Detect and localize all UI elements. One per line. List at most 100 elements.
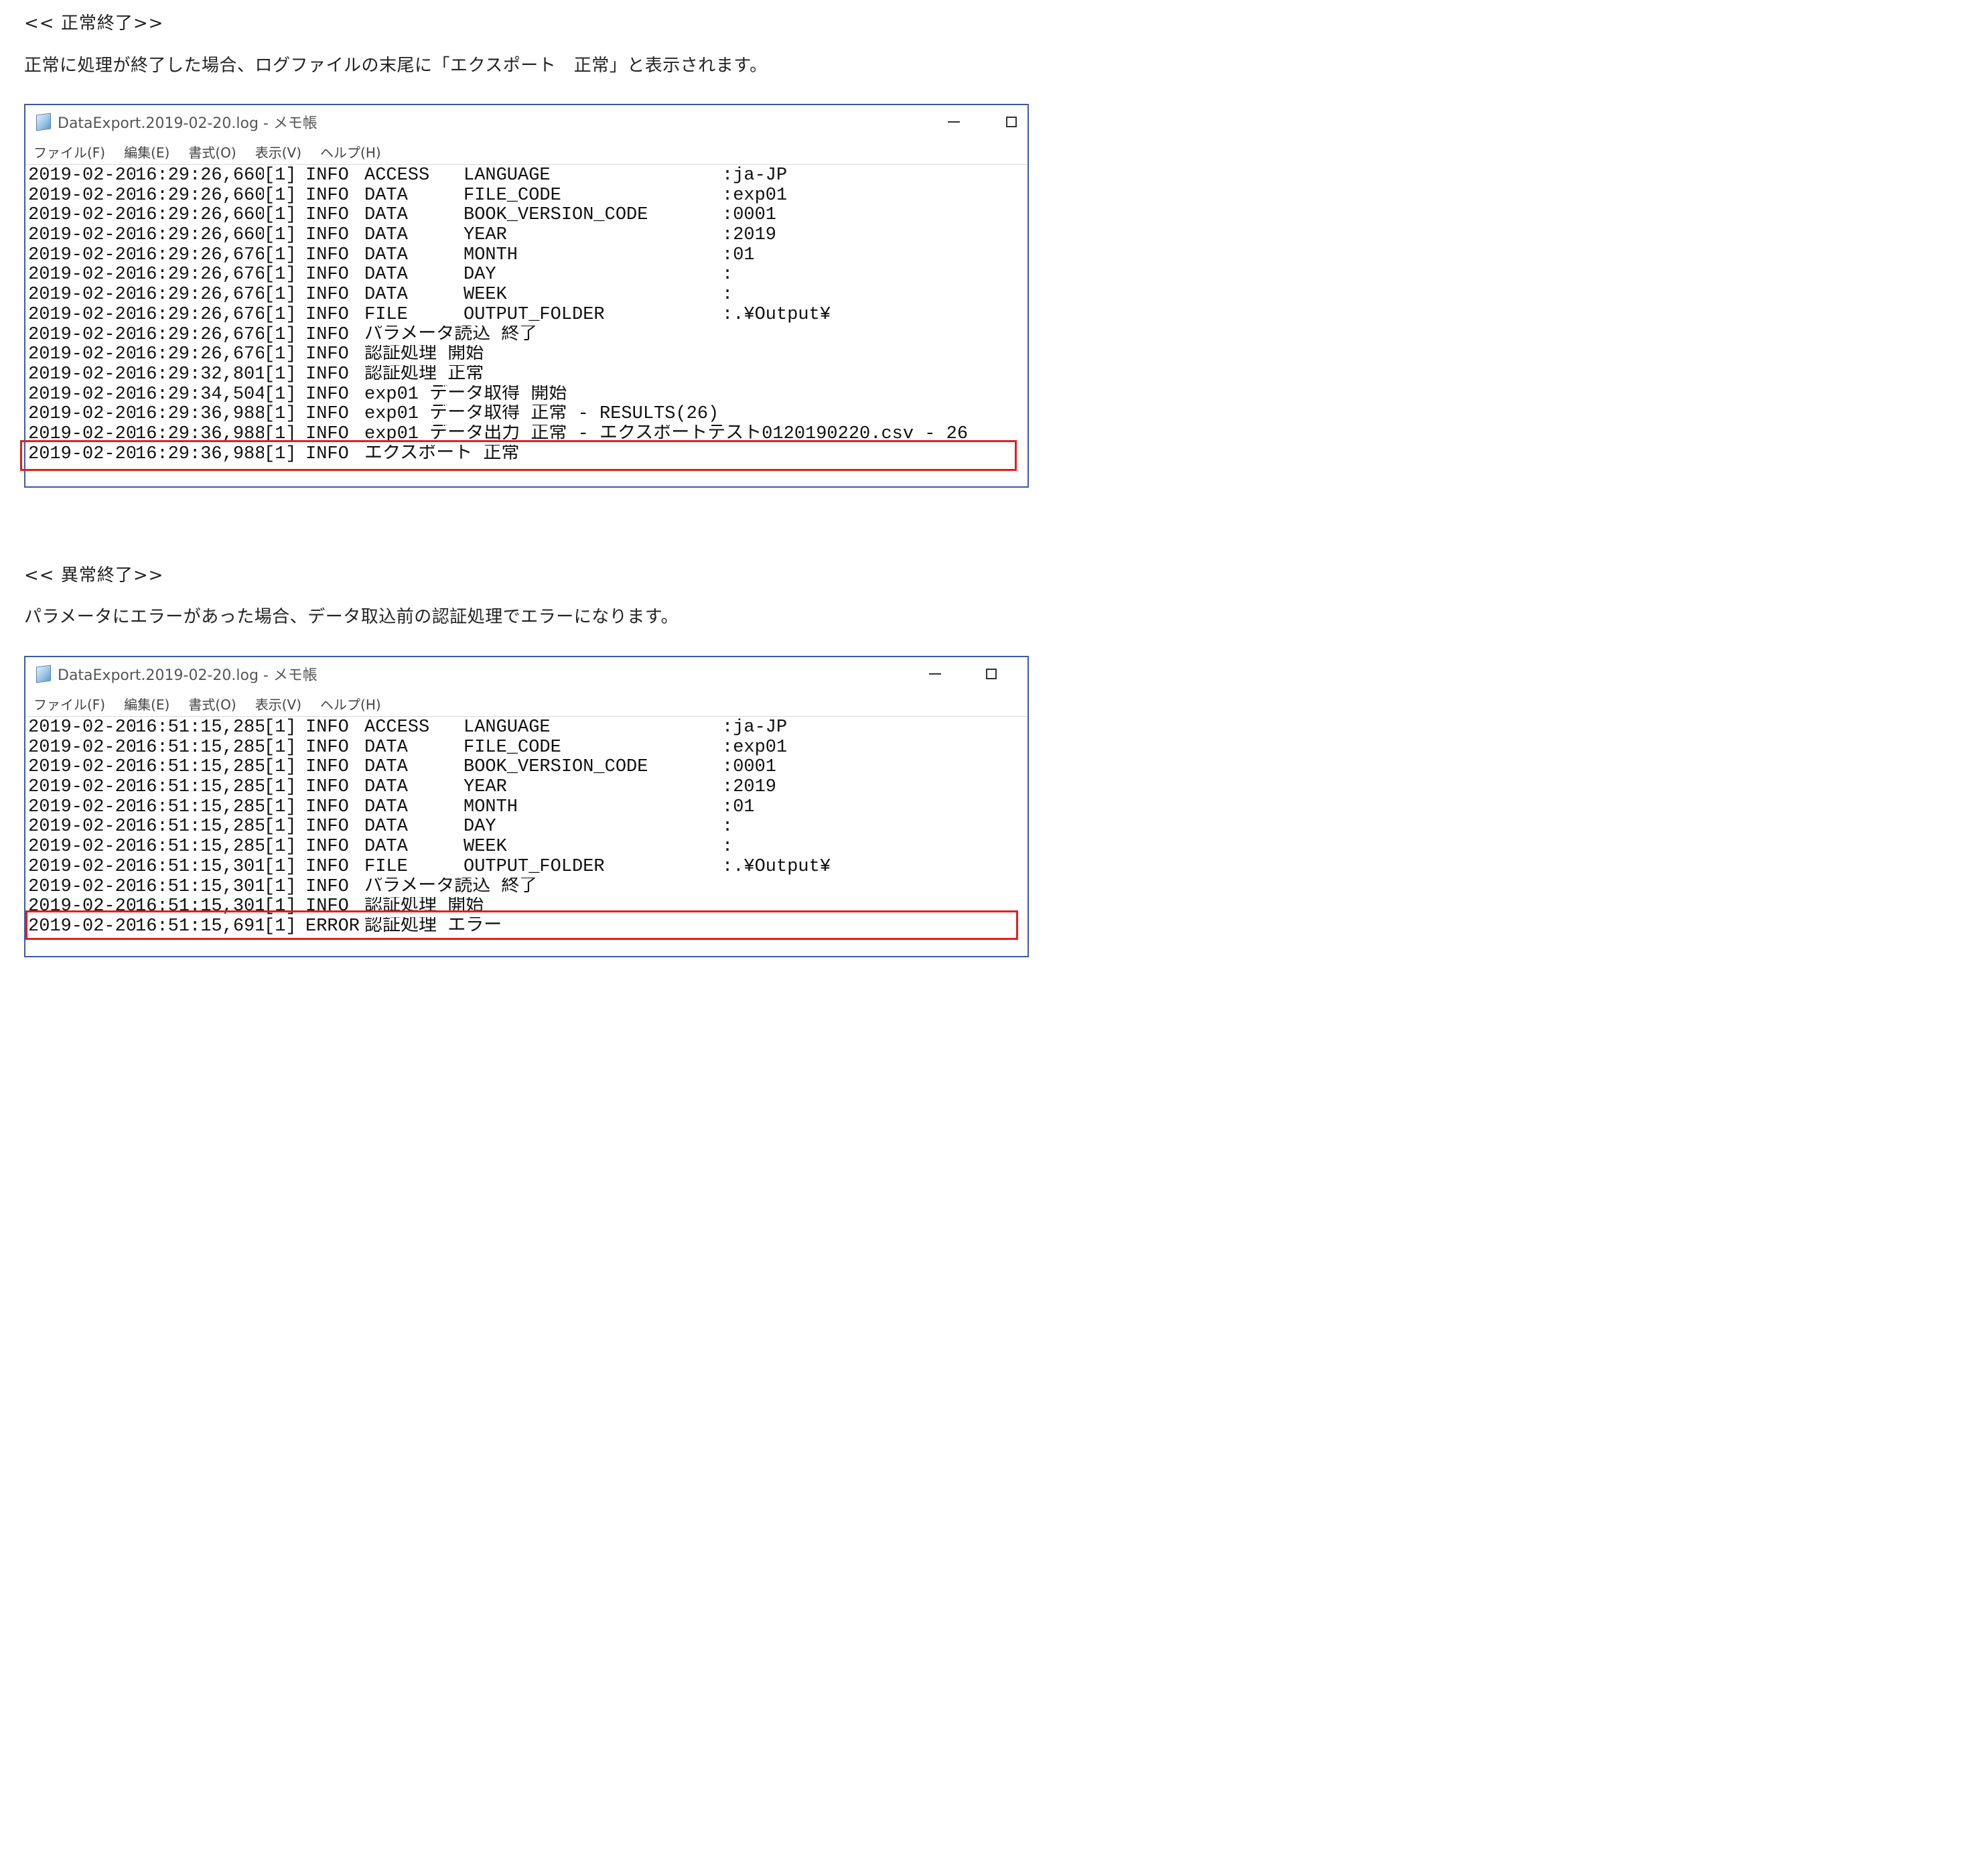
minimize-button[interactable] xyxy=(940,111,967,133)
log-time: 16:51:15,691 xyxy=(135,916,264,937)
log-level: INFO xyxy=(305,817,349,837)
log-category: DATA xyxy=(364,226,408,246)
log-date: 2019-02-20 xyxy=(28,265,135,285)
log-date: 2019-02-20 xyxy=(28,245,135,265)
log-value: : xyxy=(722,837,733,857)
log-date: 2019-02-20 xyxy=(28,385,135,405)
section2-heading: << 異常終了>> xyxy=(24,565,164,586)
log-time: 16:29:26,676 xyxy=(135,345,264,365)
log-key: WEEK xyxy=(464,285,507,305)
log-date: 2019-02-20 xyxy=(28,778,135,798)
log-category: DATA xyxy=(364,186,408,206)
log-value: :exp01 xyxy=(722,738,788,758)
menu-file[interactable]: ファイル(F) xyxy=(33,694,105,713)
maximize-icon xyxy=(986,669,997,679)
log-date: 2019-02-20 xyxy=(28,305,135,325)
log-text-area[interactable]: 2019-02-2016:29:26,660[1] INFO ACCESS LANGU… xyxy=(25,165,1027,464)
log-level: INFO xyxy=(305,226,349,246)
log-date: 2019-02-20 xyxy=(28,226,135,246)
log-line: 2019-02-2016:51:15,285[1] INFO DATA MONTH:0… xyxy=(28,798,1027,818)
log-level: INFO xyxy=(305,364,349,385)
menu-view[interactable]: 表示(V) xyxy=(255,694,301,713)
menu-file[interactable]: ファイル(F) xyxy=(33,142,105,161)
title-bar[interactable]: DataExport.2019-02-20.log - メモ帳 xyxy=(25,105,1027,139)
log-thread: [1] xyxy=(264,285,297,305)
log-thread: [1] xyxy=(264,166,297,186)
log-line: 2019-02-2016:51:15,285[1] INFO DATA DAY: xyxy=(28,817,1027,837)
log-message: 認証処理 開始 xyxy=(364,897,484,917)
log-time: 16:51:15,301 xyxy=(135,857,264,877)
log-thread: [1] xyxy=(264,206,297,226)
section1-description: 正常に処理が終了した場合、ログファイルの末尾に「エクスポート 正常」と表示されま… xyxy=(24,56,768,76)
log-level: INFO xyxy=(305,285,349,305)
log-date: 2019-02-20 xyxy=(28,186,135,206)
log-thread: [1] xyxy=(264,817,297,837)
log-key: OUTPUT_FOLDER xyxy=(464,305,605,325)
log-date: 2019-02-20 xyxy=(28,897,135,917)
log-value: :0001 xyxy=(722,758,777,778)
log-thread: [1] xyxy=(264,837,297,857)
menu-edit[interactable]: 編集(E) xyxy=(124,694,169,713)
log-time: 16:29:26,676 xyxy=(135,265,264,285)
menu-edit[interactable]: 編集(E) xyxy=(124,142,169,161)
log-thread: [1] xyxy=(264,405,297,425)
notepad-window-error: DataExport.2019-02-20.log - メモ帳 ファイル(F) … xyxy=(24,656,1029,957)
log-line: 2019-02-2016:51:15,285[1] INFO DATA BOOK_VE… xyxy=(28,758,1027,778)
menu-format[interactable]: 書式(O) xyxy=(188,142,236,161)
log-key: FILE_CODE xyxy=(464,186,561,206)
log-key: DAY xyxy=(464,265,496,285)
minimize-icon xyxy=(948,121,960,123)
log-date: 2019-02-20 xyxy=(28,424,135,444)
log-value: :.¥Output¥ xyxy=(722,305,831,325)
log-category: DATA xyxy=(364,778,408,798)
log-value: :2019 xyxy=(722,226,777,246)
log-level: INFO xyxy=(305,897,349,917)
maximize-button[interactable] xyxy=(998,111,1025,133)
log-level: INFO xyxy=(305,345,349,365)
log-category: DATA xyxy=(364,738,408,758)
log-time: 16:29:26,660 xyxy=(135,186,264,206)
window-title: DataExport.2019-02-20.log - メモ帳 xyxy=(58,115,317,132)
log-key: BOOK_VERSION_CODE xyxy=(464,206,648,226)
log-category: DATA xyxy=(364,245,408,265)
log-key: MONTH xyxy=(464,245,518,265)
log-thread: [1] xyxy=(264,444,297,464)
menu-view[interactable]: 表示(V) xyxy=(255,142,301,161)
log-line: 2019-02-2016:51:15,285[1] INFO ACCESS LANGU… xyxy=(28,718,1027,738)
log-line: 2019-02-2016:29:26,676[1] INFO DATA DAY: xyxy=(28,265,1027,285)
log-thread: [1] xyxy=(264,857,297,877)
log-time: 16:29:36,988 xyxy=(135,424,264,444)
log-line: 2019-02-2016:29:26,676[1] INFO パラメータ読込 終了 xyxy=(28,326,1027,346)
log-level: INFO xyxy=(305,797,349,817)
log-line: 2019-02-2016:29:26,660[1] INFO DATA FILE_CO… xyxy=(28,186,1027,206)
title-bar[interactable]: DataExport.2019-02-20.log - メモ帳 xyxy=(25,657,1027,691)
section2-description: パラメータにエラーがあった場合、データ取込前の認証処理でエラーになります。 xyxy=(24,607,679,627)
log-time: 16:29:26,660 xyxy=(135,206,264,226)
log-text-area[interactable]: 2019-02-2016:51:15,285[1] INFO ACCESS LANGU… xyxy=(25,717,1027,937)
log-line: 2019-02-2016:29:26,660[1] INFO ACCESS LANGU… xyxy=(28,166,1027,186)
menu-help[interactable]: ヘルプ(H) xyxy=(320,142,381,161)
menu-format[interactable]: 書式(O) xyxy=(188,694,236,713)
log-time: 16:51:15,285 xyxy=(135,758,264,778)
log-thread: [1] xyxy=(264,186,297,206)
log-level: INFO xyxy=(305,444,349,464)
log-value: : xyxy=(722,265,733,285)
log-date: 2019-02-20 xyxy=(28,738,135,758)
menu-bar: ファイル(F) 編集(E) 書式(O) 表示(V) ヘルプ(H) xyxy=(25,691,1027,717)
menu-help[interactable]: ヘルプ(H) xyxy=(320,694,381,713)
log-level: INFO xyxy=(305,265,349,285)
log-level: INFO xyxy=(305,245,349,265)
log-category: DATA xyxy=(364,206,408,226)
log-thread: [1] xyxy=(264,718,297,738)
minimize-button[interactable] xyxy=(922,663,948,685)
log-line: 2019-02-2016:29:36,988[1] INFO exp01 データ取得… xyxy=(28,405,1027,425)
maximize-button[interactable] xyxy=(978,663,1005,685)
minimize-icon xyxy=(929,673,941,675)
log-value: :2019 xyxy=(722,778,777,798)
window-title: DataExport.2019-02-20.log - メモ帳 xyxy=(58,667,317,684)
maximize-icon xyxy=(1006,117,1017,127)
log-time: 16:29:36,988 xyxy=(135,405,264,425)
log-line: 2019-02-2016:51:15,285[1] INFO DATA YEAR:20… xyxy=(28,778,1027,798)
log-category: DATA xyxy=(364,285,408,305)
notepad-icon xyxy=(36,665,51,683)
